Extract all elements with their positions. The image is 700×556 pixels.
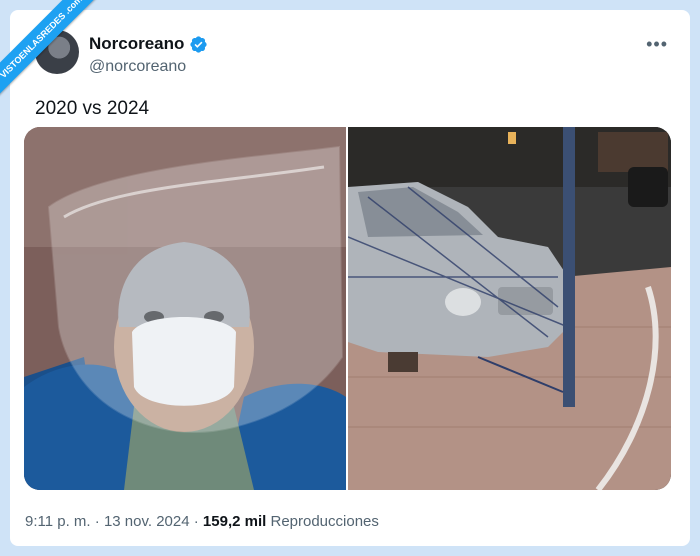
more-options-icon[interactable]: ••• (646, 34, 668, 55)
views-count: 159,2 mil (202, 513, 267, 530)
tweet-time[interactable]: 9:11 p. m. (25, 513, 91, 530)
meta-separator: · (193, 513, 199, 530)
avatar[interactable] (35, 30, 79, 74)
car-wrapped-in-plastic-photo (348, 127, 671, 490)
tweet-text: 2020 vs 2024 (35, 98, 150, 119)
author-handle[interactable]: @norcoreano (89, 58, 186, 76)
views-label: Reproducciones (270, 513, 379, 530)
verified-badge-icon (190, 35, 208, 53)
meta-separator: · (94, 513, 100, 530)
media-grid[interactable] (24, 127, 671, 490)
person-with-plastic-bag-photo (24, 127, 346, 490)
tweet-meta: 9:11 p. m. · 13 nov. 2024 · 159,2 mil Re… (25, 513, 379, 530)
author-name-row[interactable]: Norcoreano (89, 34, 208, 54)
photo-person-with-bag[interactable] (24, 127, 346, 490)
tweet-date[interactable]: 13 nov. 2024 (104, 513, 190, 530)
author-name[interactable]: Norcoreano (89, 34, 184, 54)
photo-car-wrapped[interactable] (348, 127, 671, 490)
